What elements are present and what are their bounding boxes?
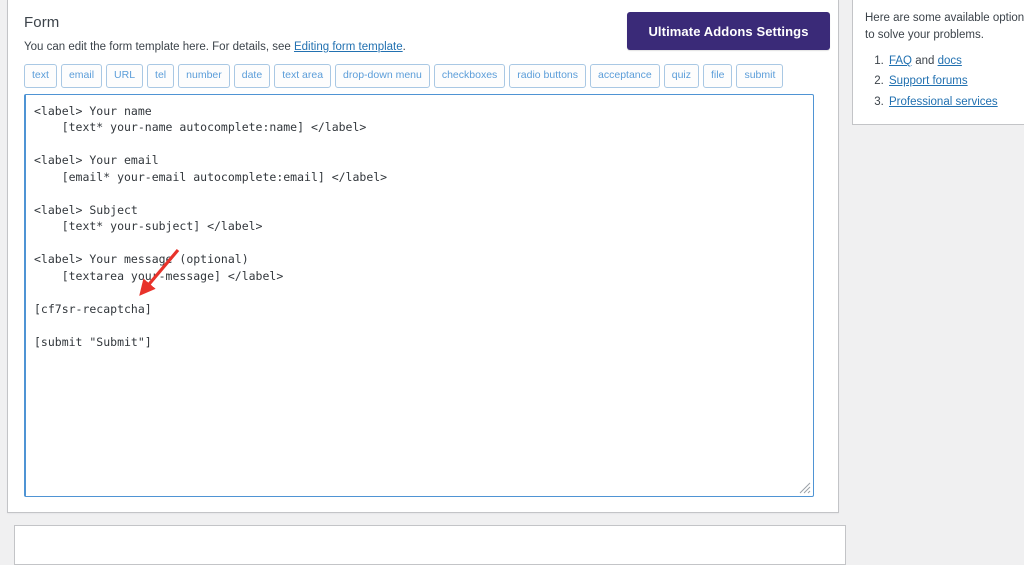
tag-button-drop-down-menu[interactable]: drop-down menu xyxy=(335,64,430,88)
form-template-editor-wrap xyxy=(24,93,814,497)
tag-button-tel[interactable]: tel xyxy=(147,64,175,88)
tag-button-checkboxes[interactable]: checkboxes xyxy=(433,64,506,88)
tag-button-url[interactable]: URL xyxy=(106,64,144,88)
help-item-conjunction: and xyxy=(912,55,938,68)
form-panel-body: Form You can edit the form template here… xyxy=(8,0,838,509)
editing-form-template-link[interactable]: Editing form template xyxy=(294,41,403,53)
tag-button-text[interactable]: text xyxy=(24,64,57,88)
tag-button-acceptance[interactable]: acceptance xyxy=(590,64,660,88)
tag-generator-buttons: text email URL tel number date text area drop-d… xyxy=(24,64,822,88)
tag-button-text-area[interactable]: text area xyxy=(274,64,332,88)
admin-page: Form You can edit the form template here… xyxy=(0,0,1024,565)
sidebar-column: Here are some available options to solve… xyxy=(852,0,1024,125)
tag-button-file[interactable]: file xyxy=(703,64,733,88)
secondary-panel xyxy=(14,525,846,565)
help-intro-text: Here are some available options to solve… xyxy=(865,12,1024,41)
main-column: Form You can edit the form template here… xyxy=(7,0,846,565)
form-description-suffix: . xyxy=(402,41,406,53)
help-link-faq[interactable]: FAQ xyxy=(889,55,912,67)
help-link-professional-services[interactable]: Professional services xyxy=(889,96,998,108)
help-link-support-forums[interactable]: Support forums xyxy=(889,75,968,87)
help-link-docs[interactable]: docs xyxy=(938,55,962,67)
tag-button-email[interactable]: email xyxy=(60,64,103,88)
form-description-text: You can edit the form template here. For… xyxy=(24,41,294,53)
help-links-list: FAQ and docs Support forums Professional s… xyxy=(865,51,1024,111)
form-template-textarea[interactable] xyxy=(24,93,814,497)
tag-button-date[interactable]: date xyxy=(233,64,271,88)
help-list-item: FAQ and docs xyxy=(887,51,1024,71)
ultimate-addons-settings-button[interactable]: Ultimate Addons Settings xyxy=(627,12,830,50)
form-template-panel: Form You can edit the form template here… xyxy=(7,0,839,513)
help-list-item: Professional services xyxy=(887,92,1024,112)
help-list-item: Support forums xyxy=(887,71,1024,91)
tag-button-radio-buttons[interactable]: radio buttons xyxy=(509,64,587,88)
tag-button-submit[interactable]: submit xyxy=(736,64,784,88)
help-panel: Here are some available options to solve… xyxy=(852,0,1024,125)
tag-button-quiz[interactable]: quiz xyxy=(663,64,699,88)
tag-button-number[interactable]: number xyxy=(178,64,230,88)
